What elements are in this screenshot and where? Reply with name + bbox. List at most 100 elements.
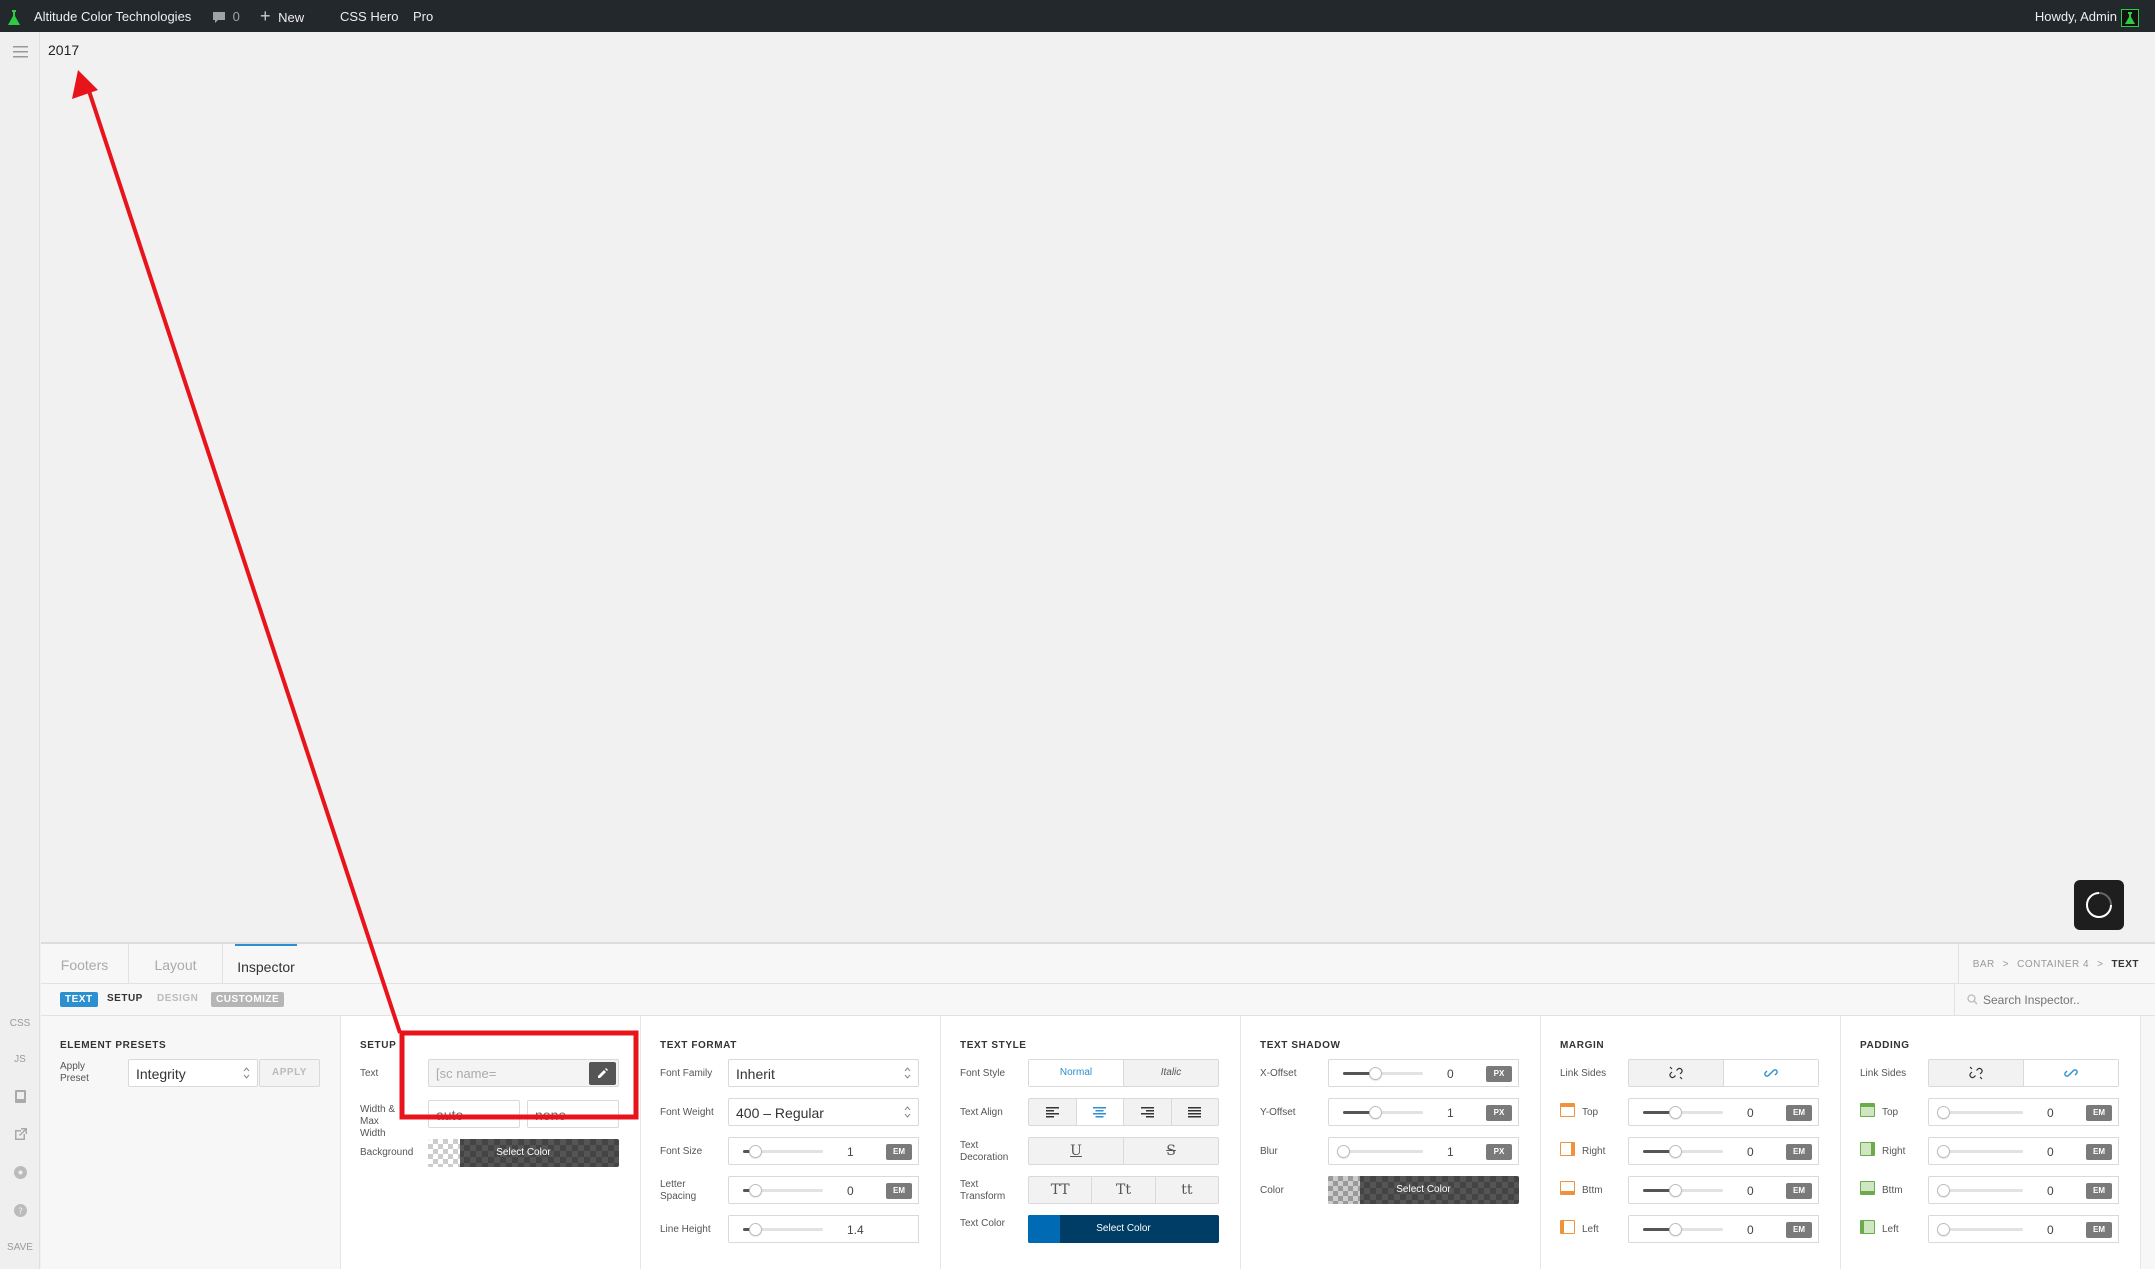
unit-toggle[interactable]: PX	[1486, 1105, 1512, 1121]
footer-year-text[interactable]: 2017	[48, 42, 79, 58]
margin-top-input[interactable]: 0 EM	[1737, 1098, 1819, 1126]
line-height-slider[interactable]	[728, 1215, 838, 1243]
margin-right-input[interactable]: 0 EM	[1737, 1137, 1819, 1165]
padding-top-input[interactable]: 0 EM	[2037, 1098, 2119, 1126]
history-icon[interactable]	[13, 1165, 28, 1180]
site-name-link[interactable]: Altitude Color Technologies	[34, 0, 191, 32]
y-offset-input[interactable]: 1 PX	[1437, 1098, 1519, 1126]
unlink-sides-button[interactable]	[1929, 1060, 2024, 1086]
font-size-slider[interactable]	[728, 1137, 838, 1165]
link-sides-button[interactable]	[1724, 1060, 1818, 1086]
align-left-button[interactable]	[1029, 1099, 1077, 1125]
breadcrumb-sep: >	[2002, 959, 2010, 970]
save-button[interactable]: SAVE	[0, 1242, 40, 1253]
margin-top-label: Top	[1582, 1107, 1599, 1118]
padding-left-input[interactable]: 0 EM	[2037, 1215, 2119, 1243]
apply-button[interactable]: APPLY	[259, 1059, 320, 1087]
unit-toggle[interactable]: PX	[1486, 1066, 1512, 1082]
unlink-sides-button[interactable]	[1629, 1060, 1724, 1086]
font-size-input[interactable]: 1 EM	[837, 1137, 919, 1165]
width-input[interactable]: auto	[428, 1100, 520, 1128]
align-right-button[interactable]	[1124, 1099, 1172, 1125]
padding-bottom-input[interactable]: 0 EM	[2037, 1176, 2119, 1204]
margin-left-slider[interactable]	[1628, 1215, 1738, 1243]
preset-select[interactable]: Integrity	[128, 1059, 258, 1087]
unit-toggle[interactable]: EM	[1786, 1105, 1812, 1121]
edit-text-button[interactable]	[589, 1062, 616, 1085]
font-style-normal[interactable]: Normal	[1029, 1060, 1124, 1086]
strikethrough-button[interactable]: S	[1124, 1138, 1218, 1164]
hamburger-menu-icon[interactable]	[13, 44, 28, 59]
margin-right-slider[interactable]	[1628, 1137, 1738, 1165]
breadcrumb-bar[interactable]: BAR	[1973, 959, 1995, 970]
unit-toggle[interactable]: EM	[2086, 1183, 2112, 1199]
y-offset-slider[interactable]	[1328, 1098, 1438, 1126]
max-width-input[interactable]: none	[527, 1100, 619, 1128]
text-color-button[interactable]: Select Color	[1028, 1215, 1219, 1243]
tab-setup[interactable]: SETUP	[107, 993, 143, 1004]
font-family-select[interactable]: Inherit	[728, 1059, 919, 1087]
padding-top-slider[interactable]	[1928, 1098, 2038, 1126]
letter-spacing-slider[interactable]	[728, 1176, 838, 1204]
lowercase-button[interactable]: tt	[1156, 1177, 1218, 1203]
x-offset-slider[interactable]	[1328, 1059, 1438, 1087]
align-justify-button[interactable]	[1172, 1099, 1219, 1125]
padding-bottom-slider[interactable]	[1928, 1176, 2038, 1204]
link-sides-button[interactable]	[2024, 1060, 2118, 1086]
device-icon[interactable]	[13, 1089, 28, 1104]
unit-toggle[interactable]: EM	[1786, 1183, 1812, 1199]
padding-left-slider[interactable]	[1928, 1215, 2038, 1243]
tab-customize[interactable]: CUSTOMIZE	[211, 992, 285, 1007]
padding-right-value: 0	[2047, 1145, 2054, 1159]
underline-button[interactable]: U	[1029, 1138, 1124, 1164]
x-offset-input[interactable]: 0 PX	[1437, 1059, 1519, 1087]
blur-slider[interactable]	[1328, 1137, 1438, 1165]
unit-toggle[interactable]: PX	[1486, 1144, 1512, 1160]
margin-top-slider[interactable]	[1628, 1098, 1738, 1126]
tab-inspector[interactable]: Inspector	[235, 944, 297, 984]
font-style-italic[interactable]: Italic	[1124, 1060, 1218, 1086]
comments-link[interactable]: 0	[212, 0, 240, 32]
tab-footers[interactable]: Footers	[41, 944, 129, 984]
external-link-icon[interactable]	[13, 1127, 28, 1142]
shadow-color-button[interactable]: Select Color	[1328, 1176, 1519, 1204]
uppercase-button[interactable]: TT	[1029, 1177, 1093, 1203]
y-offset-label: Y-Offset	[1260, 1107, 1296, 1118]
css-hero-link[interactable]: CSS Hero	[340, 0, 399, 32]
margin-bottom-slider[interactable]	[1628, 1176, 1738, 1204]
letter-spacing-input[interactable]: 0 EM	[837, 1176, 919, 1204]
padding-right-input[interactable]: 0 EM	[2037, 1137, 2119, 1165]
unit-toggle[interactable]: EM	[1786, 1144, 1812, 1160]
pro-link[interactable]: Pro	[413, 0, 433, 32]
unit-toggle[interactable]: EM	[886, 1144, 912, 1160]
margin-left-input[interactable]: 0 EM	[1737, 1215, 1819, 1243]
align-center-button[interactable]	[1076, 1099, 1124, 1125]
tab-design[interactable]: DESIGN	[157, 993, 198, 1004]
unit-toggle[interactable]: EM	[2086, 1144, 2112, 1160]
unit-toggle[interactable]: EM	[886, 1183, 912, 1199]
unit-toggle[interactable]: EM	[1786, 1222, 1812, 1238]
unlink-icon	[1669, 1066, 1683, 1080]
howdy-link[interactable]: Howdy, Admin	[2035, 0, 2117, 32]
breadcrumb-container[interactable]: CONTAINER 4	[2017, 959, 2089, 970]
avatar[interactable]	[2121, 0, 2139, 32]
tab-layout[interactable]: Layout	[129, 944, 223, 984]
font-size-value: 1	[847, 1145, 854, 1159]
js-button[interactable]: JS	[0, 1054, 40, 1065]
text-placeholder: [sc name=	[436, 1066, 497, 1081]
padding-right-slider[interactable]	[1928, 1137, 2038, 1165]
search-input[interactable]	[1965, 991, 2145, 1009]
line-height-input[interactable]: 1.4	[837, 1215, 919, 1243]
wp-logo-icon[interactable]	[6, 0, 22, 32]
margin-left-label: Left	[1582, 1224, 1599, 1235]
new-link[interactable]: + New	[260, 0, 304, 32]
background-color-button[interactable]: Select Color	[428, 1139, 619, 1167]
css-button[interactable]: CSS	[0, 1018, 40, 1029]
help-icon[interactable]: ?	[13, 1203, 28, 1218]
capitalize-button[interactable]: Tt	[1092, 1177, 1156, 1203]
margin-bottom-input[interactable]: 0 EM	[1737, 1176, 1819, 1204]
blur-input[interactable]: 1 PX	[1437, 1137, 1519, 1165]
font-weight-select[interactable]: 400 – Regular	[728, 1098, 919, 1126]
unit-toggle[interactable]: EM	[2086, 1105, 2112, 1121]
unit-toggle[interactable]: EM	[2086, 1222, 2112, 1238]
